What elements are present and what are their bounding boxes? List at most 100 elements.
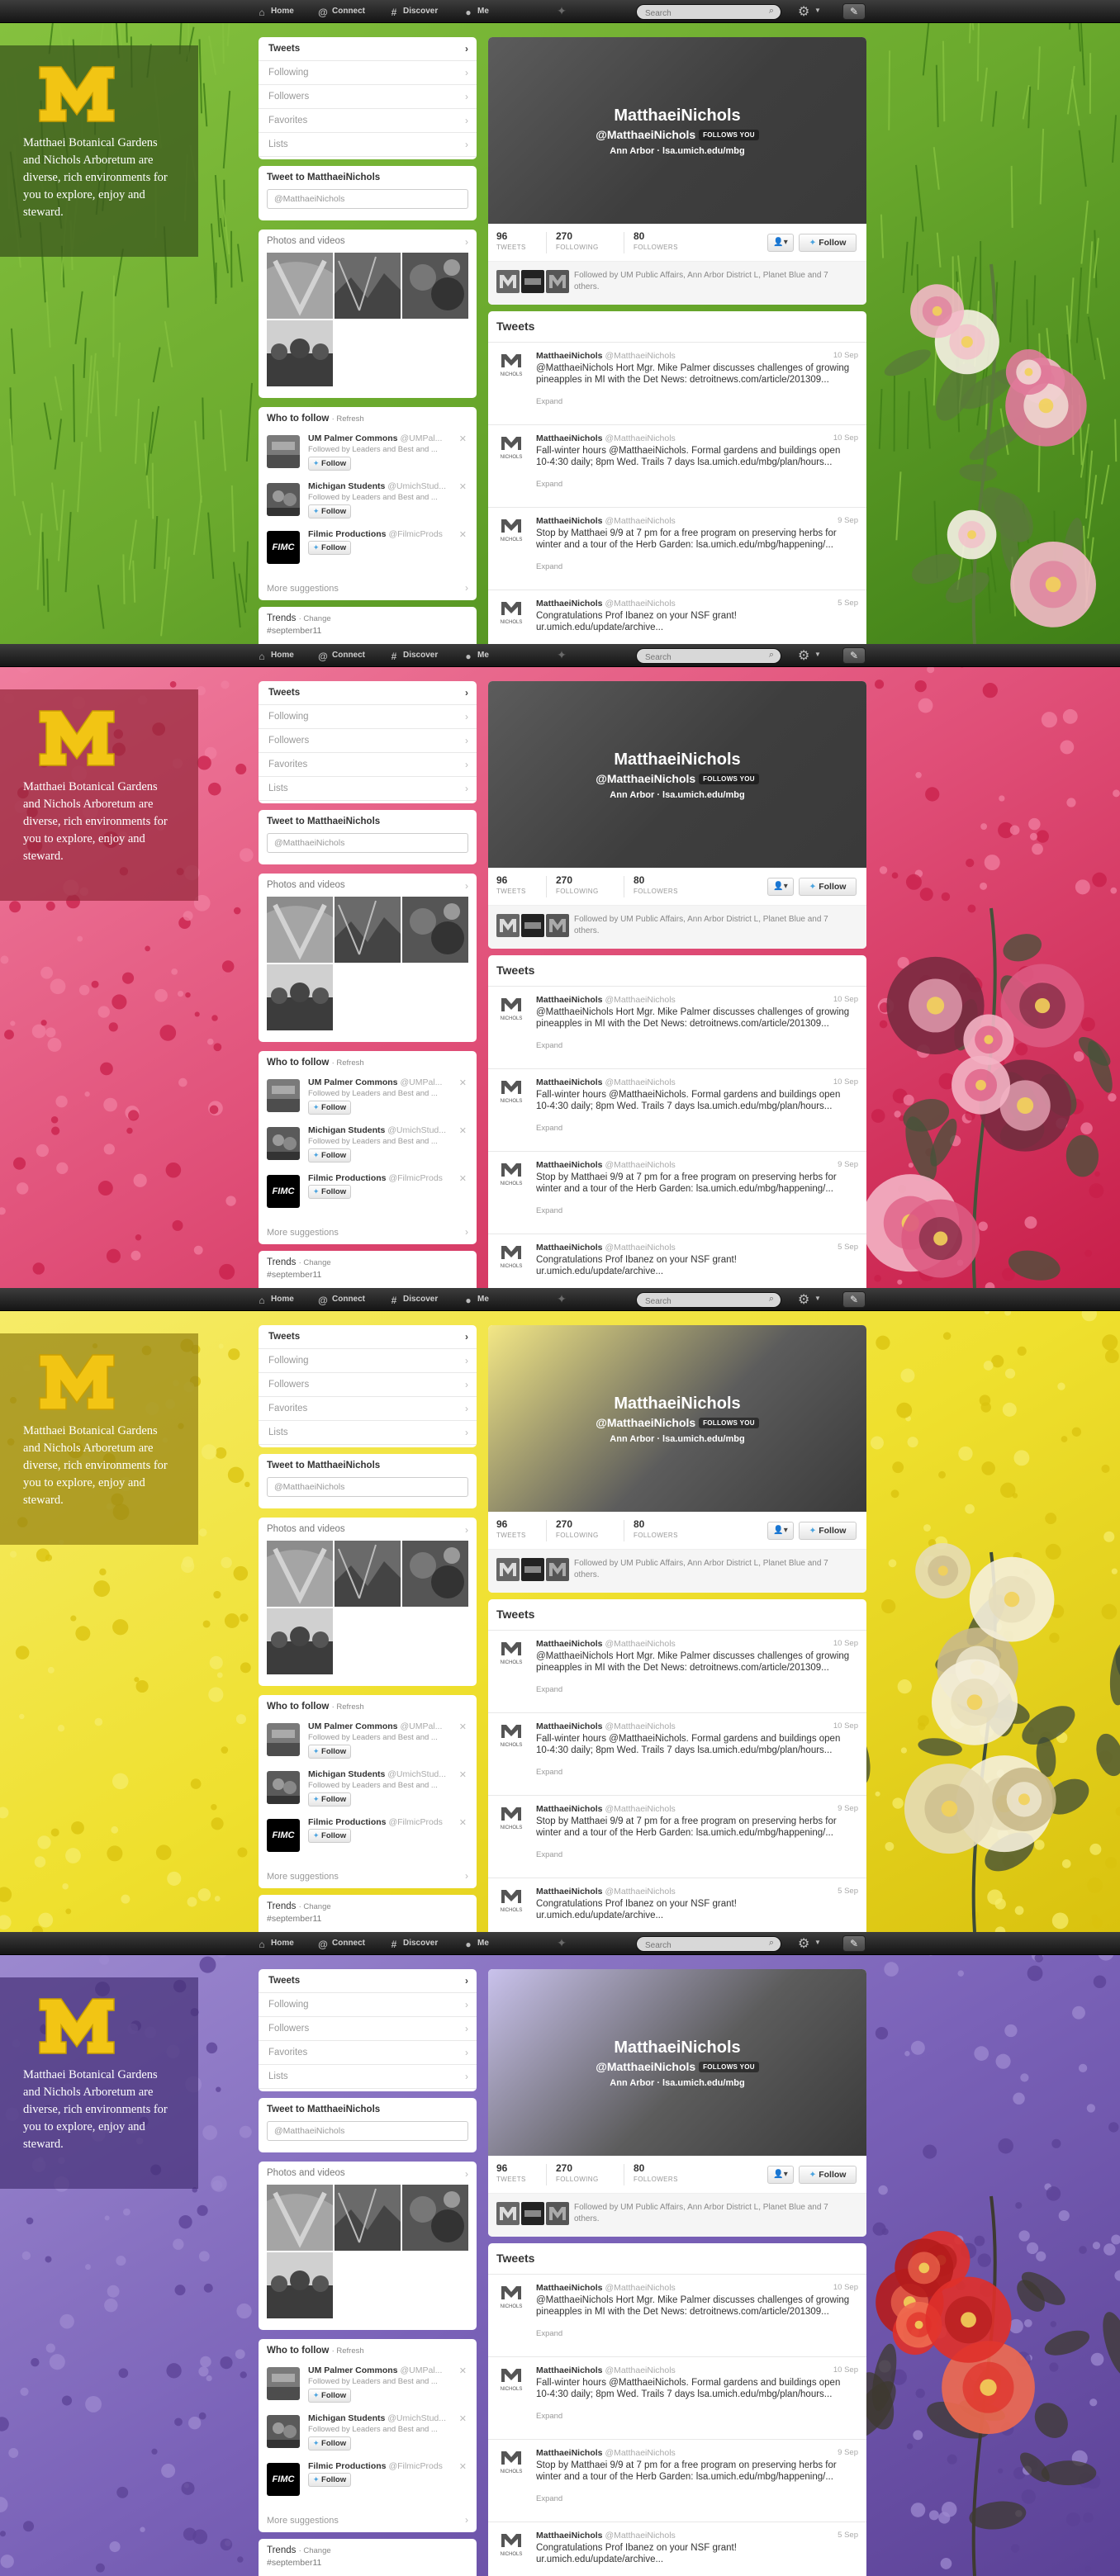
compose-tweet-button[interactable]: ✎ (842, 1291, 866, 1308)
expand-link[interactable]: Expand (536, 397, 562, 406)
follow-button[interactable]: ✦ Follow (308, 1829, 351, 1843)
stat-tweets[interactable]: 96 TWEETS (496, 230, 526, 251)
dismiss-icon[interactable]: ✕ (459, 433, 467, 444)
photo-thumbnail[interactable] (267, 320, 333, 386)
tweet-author-line[interactable]: MatthaeiNichols @MatthaeiNichols (536, 599, 676, 608)
change-link[interactable]: · Change (299, 1902, 331, 1911)
profile-nav-tweets[interactable]: Tweets › (259, 1969, 477, 1993)
tweet-avatar[interactable]: NICHOLS (496, 2364, 526, 2394)
tweet-author-line[interactable]: MatthaeiNichols @MatthaeiNichols (536, 1243, 676, 1252)
tweet-date[interactable]: 5 Sep (838, 2531, 858, 2540)
stat-followers[interactable]: 80 FOLLOWERS (634, 230, 678, 251)
tweet-item[interactable]: NICHOLS MatthaeiNichols @MatthaeiNichols… (488, 1234, 866, 1288)
tweet-date[interactable]: 9 Sep (838, 2448, 858, 2457)
profile-location[interactable]: Ann Arbor · lsa.umich.edu/mbg (488, 2078, 866, 2088)
photos-videos-heading[interactable]: Photos and videos (267, 880, 468, 890)
suggestion-avatar[interactable]: FIMC (267, 2463, 300, 2496)
tweet-date[interactable]: 10 Sep (833, 1639, 858, 1648)
followed-by-text[interactable]: Followed by UM Public Affairs, Ann Arbor… (574, 914, 855, 937)
refresh-link[interactable]: · Refresh (332, 1058, 364, 1068)
search-icon[interactable]: ⌕ (769, 6, 774, 17)
nav-connect[interactable]: @ Connect (317, 4, 365, 19)
tweet-avatar[interactable]: NICHOLS (496, 993, 526, 1023)
suggestion-name-line[interactable]: Filmic Productions @FilmicProds (308, 529, 443, 539)
tweet-item[interactable]: NICHOLS MatthaeiNichols @MatthaeiNichols… (488, 343, 866, 425)
expand-link[interactable]: Expand (536, 1850, 562, 1859)
twitter-bird-icon[interactable]: ✦ (553, 4, 570, 19)
nav-connect[interactable]: @ Connect (317, 1936, 365, 1951)
suggestion-name-line[interactable]: Michigan Students @UmichStud... (308, 2413, 446, 2423)
profile-nav-tweets[interactable]: Tweets › (259, 1325, 477, 1349)
tweet-item[interactable]: NICHOLS MatthaeiNichols @MatthaeiNichols… (488, 1796, 866, 1878)
follow-button[interactable]: ✦ Follow (308, 1185, 351, 1199)
tweet-item[interactable]: NICHOLS MatthaeiNichols @MatthaeiNichols… (488, 1631, 866, 1713)
tweet-item[interactable]: NICHOLS MatthaeiNichols @MatthaeiNichols… (488, 2357, 866, 2440)
expand-link[interactable]: Expand (536, 2412, 562, 2421)
photo-thumbnail[interactable] (267, 253, 333, 319)
tweet-author-line[interactable]: MatthaeiNichols @MatthaeiNichols (536, 2531, 676, 2540)
dismiss-icon[interactable]: ✕ (459, 529, 467, 540)
tweet-author-line[interactable]: MatthaeiNichols @MatthaeiNichols (536, 516, 676, 526)
nav-discover[interactable]: # Discover (388, 1936, 439, 1951)
suggestion-name-line[interactable]: Filmic Productions @FilmicProds (308, 1173, 443, 1183)
tweet-date[interactable]: 10 Sep (833, 995, 858, 1004)
nav-connect[interactable]: @ Connect (317, 648, 365, 663)
tweet-item[interactable]: NICHOLS MatthaeiNichols @MatthaeiNichols… (488, 1878, 866, 1932)
photos-videos-heading[interactable]: Photos and videos (267, 2168, 468, 2178)
search-input[interactable] (637, 1939, 761, 1953)
tweet-avatar[interactable]: NICHOLS (496, 1076, 526, 1106)
profile-nav-followers[interactable]: Followers › (259, 729, 477, 753)
photo-thumbnail[interactable] (402, 1541, 468, 1607)
tweet-avatar[interactable]: NICHOLS (496, 2446, 526, 2476)
suggestion-avatar[interactable] (267, 2367, 300, 2400)
tweet-author-line[interactable]: MatthaeiNichols @MatthaeiNichols (536, 1160, 676, 1170)
stat-tweets[interactable]: 96 TWEETS (496, 874, 526, 895)
follow-button[interactable]: ✦ Follow (308, 2436, 351, 2451)
profile-nav-tweets[interactable]: Tweets › (259, 37, 477, 61)
followed-by-text[interactable]: Followed by UM Public Affairs, Ann Arbor… (574, 2202, 855, 2225)
search-input[interactable] (637, 651, 761, 665)
stat-tweets[interactable]: 96 TWEETS (496, 1518, 526, 1539)
user-actions-button[interactable]: 👤▾ (767, 2166, 794, 2184)
more-suggestions-link[interactable]: More suggestions (267, 1872, 339, 1882)
profile-nav-lists[interactable]: Lists › (259, 777, 477, 801)
suggestion-name-line[interactable]: Michigan Students @UmichStud... (308, 1769, 446, 1779)
nav-me[interactable]: ● Me (463, 1292, 489, 1307)
tweet-item[interactable]: NICHOLS MatthaeiNichols @MatthaeiNichols… (488, 2522, 866, 2576)
profile-nav-following[interactable]: Following › (259, 1993, 477, 2017)
tweet-item[interactable]: NICHOLS MatthaeiNichols @MatthaeiNichols… (488, 1069, 866, 1152)
twitter-bird-icon[interactable]: ✦ (553, 1292, 570, 1307)
suggestion-avatar[interactable] (267, 1079, 300, 1112)
photo-thumbnail[interactable] (402, 2185, 468, 2251)
dismiss-icon[interactable]: ✕ (459, 1769, 467, 1780)
gear-icon[interactable]: ⚙ (798, 1935, 809, 1952)
tweet-avatar[interactable]: NICHOLS (496, 432, 526, 462)
tweet-item[interactable]: NICHOLS MatthaeiNichols @MatthaeiNichols… (488, 2275, 866, 2357)
twitter-bird-icon[interactable]: ✦ (553, 648, 570, 663)
stat-following[interactable]: 270 FOLLOWING (556, 2162, 599, 2183)
tweet-date[interactable]: 5 Sep (838, 599, 858, 608)
tweet-avatar[interactable]: NICHOLS (496, 1802, 526, 1832)
suggestion-avatar[interactable] (267, 1127, 300, 1160)
followed-by-text[interactable]: Followed by UM Public Affairs, Ann Arbor… (574, 1558, 855, 1581)
user-actions-button[interactable]: 👤▾ (767, 234, 794, 252)
expand-link[interactable]: Expand (536, 1206, 562, 1215)
tweet-author-line[interactable]: MatthaeiNichols @MatthaeiNichols (536, 995, 676, 1005)
profile-nav-following[interactable]: Following › (259, 1349, 477, 1373)
search-icon[interactable]: ⌕ (769, 650, 774, 661)
photos-videos-heading[interactable]: Photos and videos (267, 236, 468, 246)
chevron-down-icon[interactable]: ▼ (814, 7, 821, 14)
suggestion-name-line[interactable]: Michigan Students @UmichStud... (308, 481, 446, 491)
tweet-author-line[interactable]: MatthaeiNichols @MatthaeiNichols (536, 1077, 676, 1087)
expand-link[interactable]: Expand (536, 1124, 562, 1133)
user-actions-button[interactable]: 👤▾ (767, 1522, 794, 1540)
photo-thumbnail[interactable] (335, 2185, 401, 2251)
expand-link[interactable]: Expand (536, 1768, 562, 1777)
tweet-date[interactable]: 10 Sep (833, 351, 858, 360)
tweet-date[interactable]: 10 Sep (833, 2283, 858, 2292)
profile-nav-lists[interactable]: Lists › (259, 133, 477, 157)
follower-avatar[interactable] (496, 2202, 520, 2225)
tweet-item[interactable]: NICHOLS MatthaeiNichols @MatthaeiNichols… (488, 590, 866, 644)
nav-discover[interactable]: # Discover (388, 4, 439, 19)
user-actions-button[interactable]: 👤▾ (767, 878, 794, 896)
